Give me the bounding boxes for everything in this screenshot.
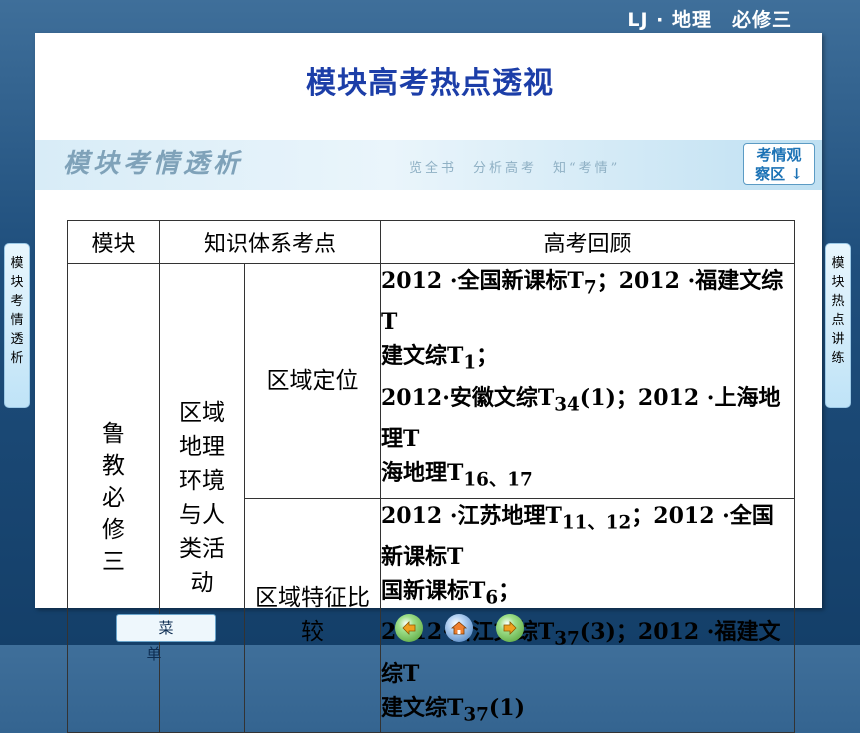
home-icon — [451, 621, 467, 635]
previous-icon — [402, 621, 416, 635]
home-button[interactable] — [445, 614, 473, 642]
banner-title: 模块考情透析 — [63, 149, 244, 179]
menu-button[interactable]: 菜单 — [116, 614, 216, 663]
next-icon — [503, 621, 517, 635]
next-button[interactable] — [496, 614, 524, 642]
knowledge-main-text: 区域地理环境与人类活动 — [179, 400, 225, 597]
badge-line2: 察区 ↓ — [755, 165, 803, 183]
banner-subtitle: 览全书 分析高考 知“考情” — [409, 161, 621, 176]
topic-cell: 区域定位 — [244, 263, 381, 499]
header-module: 模块 — [67, 220, 160, 264]
header-exam: 高考回顾 — [380, 220, 795, 264]
sidebar-tab-exam-analysis[interactable]: 模块考情透析 — [4, 243, 30, 408]
review-cell: 2012 ·全国新课标T7；2012 ·福建文综T 建文综T1； 2012·安徽… — [380, 263, 795, 499]
sidebar-right-label: 模块热点讲练 — [831, 256, 845, 366]
badge-line1: 考情观 — [756, 146, 802, 164]
course-label: LJ · 地理 必修三 — [627, 9, 792, 31]
exam-observation-button[interactable]: 考情观 察区 ↓ — [743, 143, 815, 185]
module-text: 鲁教必修三 — [102, 421, 125, 576]
header-knowledge: 知识体系考点 — [159, 220, 381, 264]
top-header: LJ · 地理 必修三 — [0, 0, 860, 32]
page-title: 模块高考热点透视 — [306, 66, 554, 101]
section-banner: 模块考情透析 览全书 分析高考 知“考情” — [35, 140, 822, 190]
sidebar-tab-hotspot-practice[interactable]: 模块热点讲练 — [825, 243, 851, 408]
sidebar-left-label: 模块考情透析 — [10, 256, 24, 366]
topic-cell: 区域特征比较 — [244, 497, 381, 733]
review-cell: 2012 ·江苏地理T11、12；2012 ·全国新课标T 国新课标T6； 20… — [380, 497, 795, 733]
previous-button[interactable] — [395, 614, 423, 642]
